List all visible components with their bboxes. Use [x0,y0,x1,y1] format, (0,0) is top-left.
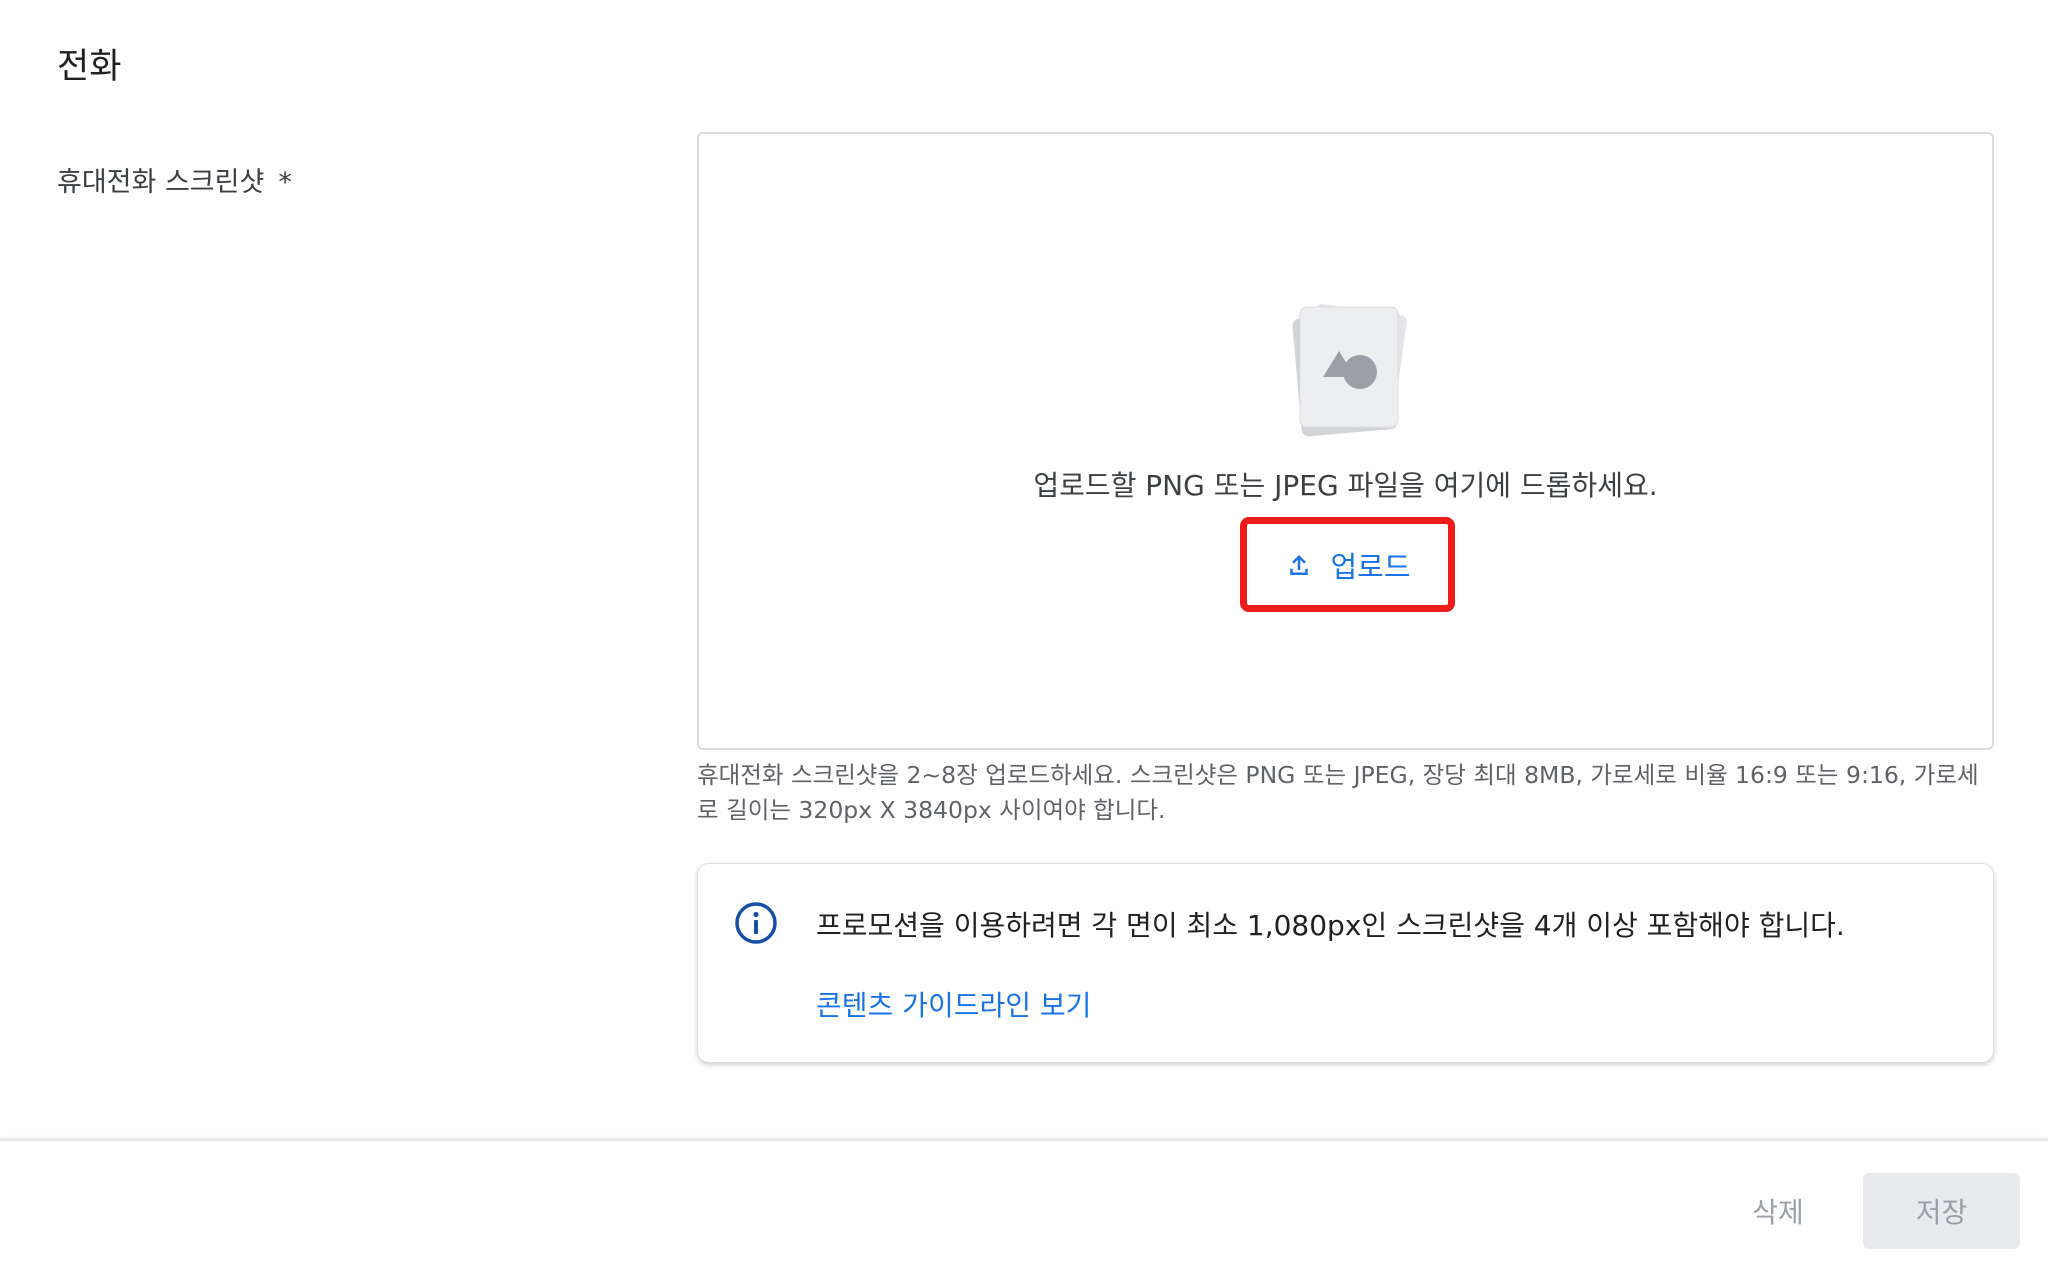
save-button[interactable]: 저장 [1863,1173,2020,1249]
required-mark: * [278,167,292,198]
delete-button[interactable]: 삭제 [1728,1173,1828,1249]
phone-screenshots-page: 전화 휴대전화 스크린샷 * 업로드할 PNG 또는 JPEG 파일을 여기에 드… [0,0,2048,1283]
field-label-text: 휴대전화 스크린샷 [57,167,265,198]
upload-icon [1290,554,1309,575]
field-label: 휴대전화 스크린샷 * [57,160,292,199]
upload-button[interactable]: 업로드 [1240,517,1455,612]
upload-requirements-text: 휴대전화 스크린샷을 2~8장 업로드하세요. 스크린샷은 PNG 또는 JPE… [697,761,1979,824]
content-guidelines-link[interactable]: 콘텐츠 가이드라인 보기 [816,984,1091,1024]
info-icon [735,902,777,944]
promotion-info-card: 프로모션을 이용하려면 각 면이 최소 1,080px인 스크린샷을 4개 이상… [697,863,1994,1063]
upload-button-label: 업로드 [1330,549,1411,584]
image-file-icon [1278,289,1418,439]
section-title: 전화 [57,47,122,87]
screenshot-dropzone[interactable]: 업로드할 PNG 또는 JPEG 파일을 여기에 드롭하세요. 업로드 [697,132,1994,750]
promotion-info-text: 프로모션을 이용하려면 각 면이 최소 1,080px인 스크린샷을 4개 이상… [816,909,1845,942]
footer-divider [0,1138,2048,1141]
drop-instruction: 업로드할 PNG 또는 JPEG 파일을 여기에 드롭하세요. [1033,469,1658,502]
